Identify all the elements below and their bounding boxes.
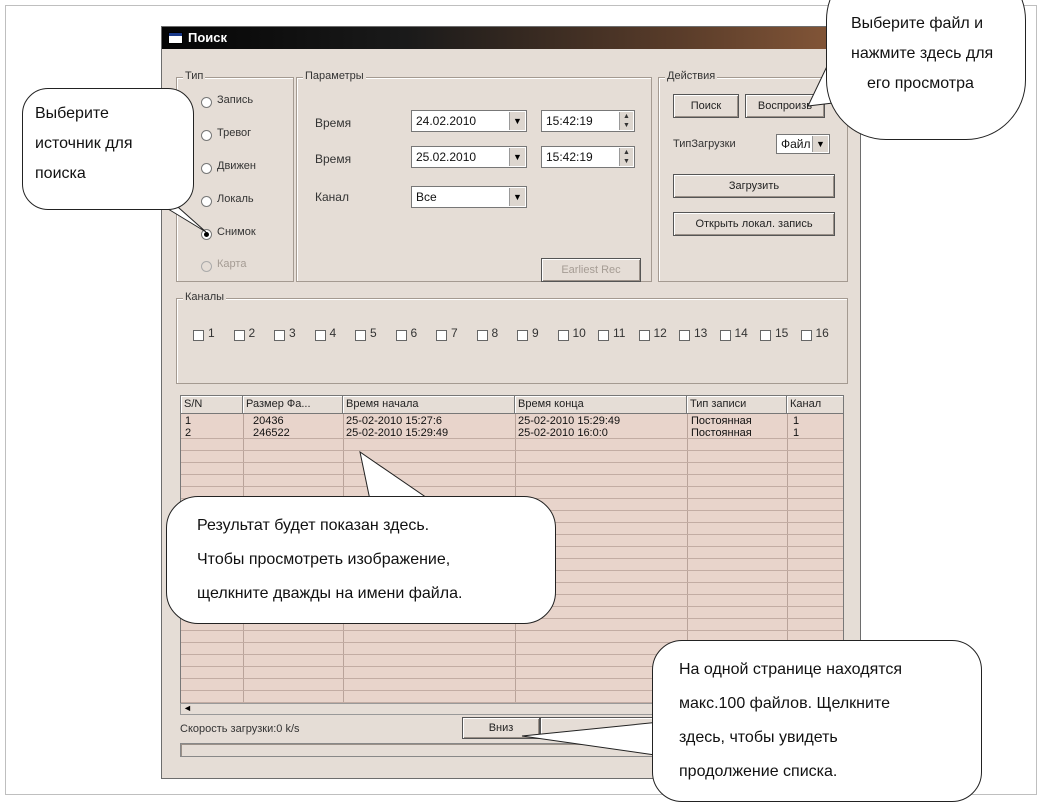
callout-pages-line-3: здесь, чтобы увидеть — [679, 729, 838, 746]
callout-pages: На одной странице находятся макс.100 фай… — [652, 640, 982, 802]
callout-result-line-3: щелкните дважды на имени файла. — [197, 585, 463, 602]
callout-pages-line-2: макс.100 файлов. Щелкните — [679, 695, 890, 712]
callout-result-line-2: Чтобы просмотреть изображение, — [197, 551, 451, 568]
callout-play-line-3: его просмотра — [867, 75, 974, 92]
callout-source-line-1: Выберите — [35, 105, 109, 122]
callout-source: Выберите источник для поиска — [22, 88, 194, 210]
callout-result-line-1: Результат будет показан здесь. — [197, 517, 430, 534]
callout-source-line-2: источник для — [35, 135, 133, 152]
callout-play-line-1: Выберите файл и — [851, 15, 984, 32]
callout-pages-line-1: На одной странице находятся — [679, 661, 903, 678]
callout-result: Результат будет показан здесь. Чтобы про… — [166, 496, 556, 624]
callout-source-line-3: поиска — [35, 165, 86, 182]
callout-play: Выберите файл и нажмите здесь для его пр… — [826, 0, 1026, 140]
callout-play-line-2: нажмите здесь для — [851, 45, 994, 62]
callout-pages-line-4: продолжение списка. — [679, 763, 838, 780]
